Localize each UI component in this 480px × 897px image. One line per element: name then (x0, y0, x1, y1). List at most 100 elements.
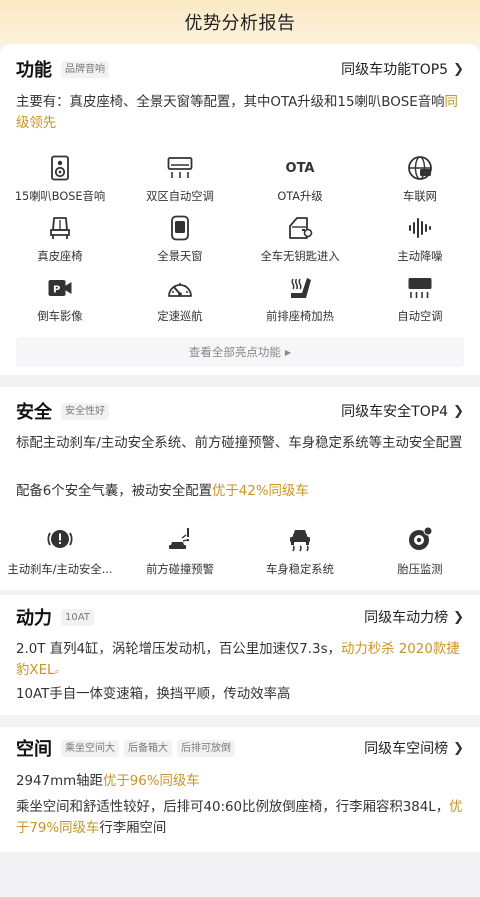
feature-seat-heating[interactable]: 前排座椅加热 (240, 274, 360, 334)
space-tag-2: 后备箱大 (124, 739, 172, 757)
feature-label: 自动空调 (397, 310, 443, 323)
power-title: 动力 (16, 608, 52, 629)
safety-tag: 安全性好 (61, 402, 109, 420)
view-all-features-button[interactable]: 查看全部亮点功能 ▶ (16, 337, 464, 367)
connected-car-icon (406, 154, 434, 182)
power-description-1: 2.0T 直列4缸，涡轮增压发动机，百公里加速仅7.3s，动力秒杀 2020款捷… (16, 639, 466, 683)
features-grid: 15喇叭BOSE音响 双区自动空调 OTA OTA升级 车联网 真皮座椅 全景天… (0, 154, 480, 334)
power-ranking-label: 同级车动力榜 (364, 610, 449, 626)
search-icon: ⌕ (54, 667, 60, 677)
safety-tire-pressure[interactable]: 胎压监测 (360, 525, 480, 581)
chevron-right-icon: ❯ (453, 740, 464, 756)
safety-label: 车身稳定系统 (266, 563, 334, 576)
safety-header: 安全 安全性好 同级车安全TOP4 ❯ (16, 397, 464, 425)
space-desc2-main: 乘坐空间和舒适性较好，后排可40:60比例放倒座椅，行李厢容积384L， (16, 800, 450, 815)
safety-top4-label: 同级车安全TOP4 (341, 404, 449, 420)
cruise-control-icon (166, 274, 194, 302)
features-card: 功能 品牌音响 同级车功能TOP5 ❯ 主要有：真皮座椅、全景天窗等配置，其中O… (0, 44, 480, 375)
chevron-right-icon: ❯ (453, 61, 464, 77)
dual-ac-icon (166, 154, 194, 182)
safety-stability-control[interactable]: 车身稳定系统 (240, 525, 360, 581)
feature-label: 定速巡航 (157, 310, 203, 323)
collision-warning-icon (166, 525, 194, 553)
auto-ac-icon (406, 274, 434, 302)
safety-collision-warning[interactable]: 前方碰撞预警 (120, 525, 240, 581)
feature-sunroof[interactable]: 全景天窗 (120, 214, 240, 274)
space-description-1: 2947mm轴距优于96%同级车 (16, 771, 466, 792)
space-desc1-main: 2947mm轴距 (16, 774, 103, 789)
power-desc1-main: 2.0T 直列4缸，涡轮增压发动机，百公里加速仅7.3s， (16, 642, 341, 657)
safety-card: 安全 安全性好 同级车安全TOP4 ❯ 标配主动刹车/主动安全系统、前方碰撞预警… (0, 387, 480, 590)
seat-heating-icon (286, 274, 314, 302)
feature-reverse-camera[interactable]: P 倒车影像 (0, 274, 120, 334)
features-header: 功能 品牌音响 同级车功能TOP5 ❯ (16, 55, 464, 83)
safety-desc2-highlight: 优于42%同级车 (212, 484, 309, 499)
feature-leather-seat[interactable]: 真皮座椅 (0, 214, 120, 274)
features-tag: 品牌音响 (61, 60, 109, 78)
feature-dual-ac[interactable]: 双区自动空调 (120, 154, 240, 214)
feature-label: 倒车影像 (37, 310, 83, 323)
safety-description-2: 配备6个安全气囊，被动安全配置优于42%同级车 (16, 481, 466, 502)
space-ranking-label: 同级车空间榜 (364, 741, 449, 757)
feature-label: 双区自动空调 (146, 190, 214, 203)
feature-label: 前排座椅加热 (266, 310, 334, 323)
feature-cruise-control[interactable]: 定速巡航 (120, 274, 240, 334)
reverse-camera-icon: P (46, 274, 74, 302)
keyless-entry-icon (286, 214, 314, 242)
features-description: 主要有：真皮座椅、全景天窗等配置，其中OTA升级和15喇叭BOSE音响同级领先 (16, 92, 466, 134)
feature-connected-car[interactable]: 车联网 (360, 154, 480, 214)
chevron-right-icon: ❯ (453, 403, 464, 419)
speaker-icon (46, 154, 74, 182)
feature-label: 主动降噪 (397, 250, 443, 263)
safety-description-1: 标配主动刹车/主动安全系统、前方碰撞预警、车身稳定系统等主动安全配置 (16, 436, 463, 451)
feature-keyless-entry[interactable]: 全车无钥匙进入 (240, 214, 360, 274)
space-ranking-link[interactable]: 同级车空间榜 ❯ (364, 738, 464, 758)
sunroof-icon (166, 214, 194, 242)
safety-grid: 主动刹车/主动安全... 前方碰撞预警 车身稳定系统 胎压监测 (0, 525, 480, 581)
space-header: 空间 乘坐空间大 后备箱大 后排可放倒 同级车空间榜 ❯ (16, 734, 464, 762)
safety-label: 前方碰撞预警 (146, 563, 214, 576)
feature-label: 真皮座椅 (37, 250, 83, 263)
stability-control-icon (286, 525, 314, 553)
feature-label: 全车无钥匙进入 (260, 250, 340, 263)
feature-label: 车联网 (403, 190, 437, 203)
chevron-right-icon: ❯ (453, 609, 464, 625)
safety-desc2-main: 配备6个安全气囊，被动安全配置 (16, 484, 212, 499)
leather-seat-icon (46, 214, 74, 242)
feature-label: 15喇叭BOSE音响 (14, 190, 106, 203)
feature-ota[interactable]: OTA OTA升级 (240, 154, 360, 214)
active-brake-icon (46, 525, 74, 553)
safety-label: 胎压监测 (397, 563, 443, 576)
feature-speaker[interactable]: 15喇叭BOSE音响 (0, 154, 120, 214)
triangle-right-icon: ▶ (284, 347, 292, 357)
safety-top4-link[interactable]: 同级车安全TOP4 ❯ (341, 401, 464, 421)
view-all-label: 查看全部亮点功能 (188, 345, 281, 359)
power-ranking-link[interactable]: 同级车动力榜 ❯ (364, 607, 464, 627)
features-title: 功能 (16, 60, 52, 81)
safety-title: 安全 (16, 402, 52, 423)
space-title: 空间 (16, 739, 52, 760)
ota-icon: OTA (285, 160, 315, 176)
feature-auto-ac[interactable]: 自动空调 (360, 274, 480, 334)
tire-pressure-icon (406, 525, 434, 553)
features-desc-main: 主要有：真皮座椅、全景天窗等配置，其中OTA升级和15喇叭BOSE音响 (16, 95, 445, 110)
features-top5-link[interactable]: 同级车功能TOP5 ❯ (341, 59, 464, 79)
power-description-2: 10AT手自一体变速箱，换挡平顺，传动效率高 (16, 687, 291, 702)
feature-label: OTA升级 (277, 190, 323, 203)
space-description-2: 乘坐空间和舒适性较好，后排可40:60比例放倒座椅，行李厢容积384L，优于79… (16, 797, 466, 839)
power-tag: 10AT (61, 608, 94, 626)
feature-noise-cancel[interactable]: 主动降噪 (360, 214, 480, 274)
power-header: 动力 10AT 同级车动力榜 ❯ (16, 603, 464, 631)
features-top5-label: 同级车功能TOP5 (341, 62, 449, 78)
page-title: 优势分析报告 (184, 13, 296, 34)
noise-cancel-icon (406, 214, 434, 242)
safety-label: 主动刹车/主动安全... (7, 563, 113, 576)
space-desc1-highlight: 优于96%同级车 (102, 774, 200, 789)
space-desc2-tail: 行李厢空间 (99, 821, 167, 836)
power-card: 动力 10AT 同级车动力榜 ❯ 2.0T 直列4缸，涡轮增压发动机，百公里加速… (0, 595, 480, 715)
svg-text:P: P (53, 285, 60, 296)
safety-active-brake[interactable]: 主动刹车/主动安全... (0, 525, 120, 581)
space-tag-1: 乘坐空间大 (61, 739, 119, 757)
feature-label: 全景天窗 (157, 250, 203, 263)
space-card: 空间 乘坐空间大 后备箱大 后排可放倒 同级车空间榜 ❯ 2947mm轴距优于9… (0, 727, 480, 852)
